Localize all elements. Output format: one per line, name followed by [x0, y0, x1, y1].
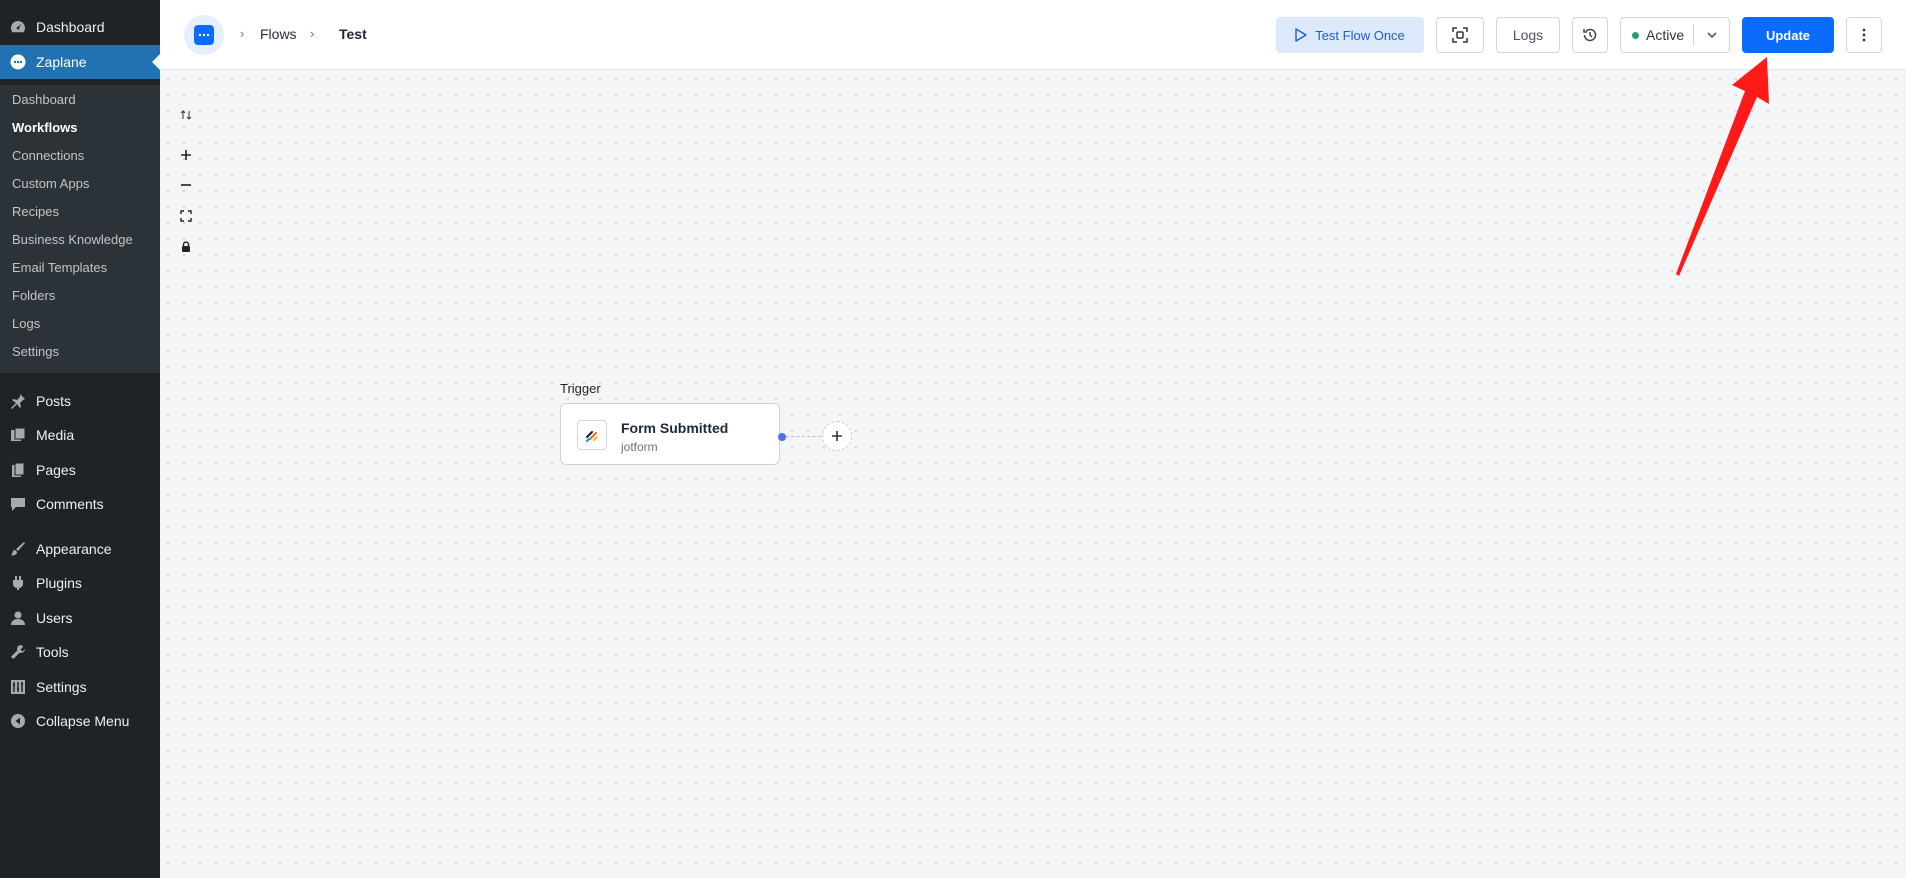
lock-icon[interactable] — [176, 237, 196, 257]
play-icon — [1295, 28, 1307, 42]
status-dropdown[interactable]: Active — [1620, 17, 1730, 53]
media-icon — [10, 427, 26, 443]
breadcrumb-current: Test — [339, 26, 367, 42]
flow-canvas[interactable]: Trigger Form Submitted jotform — [160, 71, 1906, 878]
sidebar-item-label: Posts — [36, 393, 72, 409]
trigger-node[interactable]: Form Submitted jotform — [560, 403, 780, 465]
chevron-right-icon: › — [240, 26, 245, 41]
sidebar-item-media[interactable]: Media — [0, 418, 160, 452]
logs-label: Logs — [1512, 27, 1544, 43]
sidebar-item-label: Zaplane — [36, 54, 87, 70]
sidebar-item-label: Comments — [36, 496, 104, 512]
user-icon — [10, 610, 26, 626]
submenu-connections[interactable]: Connections — [12, 145, 84, 165]
sidebar-item-zaplane[interactable]: Zaplane — [0, 45, 160, 79]
breadcrumb-flows[interactable]: Flows — [260, 26, 297, 42]
plugin-icon — [10, 575, 26, 591]
status-dot — [1632, 31, 1639, 39]
submenu-custom-apps[interactable]: Custom Apps — [12, 173, 89, 193]
sidebar-item-label: Tools — [36, 644, 69, 660]
plus-icon — [831, 430, 843, 442]
fit-view-icon[interactable] — [176, 206, 196, 226]
pin-icon — [10, 393, 26, 409]
add-step-button[interactable] — [822, 421, 852, 451]
comment-icon — [10, 496, 26, 512]
submenu-folders[interactable]: Folders — [12, 285, 55, 305]
submenu-business-knowledge[interactable]: Business Knowledge — [12, 229, 133, 249]
submenu-logs[interactable]: Logs — [12, 313, 40, 333]
node-app-name: jotform — [621, 440, 658, 454]
collapse-icon — [10, 713, 26, 729]
update-label: Update — [1765, 27, 1811, 43]
sidebar-item-tools[interactable]: Tools — [0, 635, 160, 669]
sidebar-item-dashboard[interactable]: Dashboard — [0, 10, 160, 44]
app-logo[interactable] — [184, 15, 224, 55]
sidebar-item-users[interactable]: Users — [0, 601, 160, 635]
node-title: Form Submitted — [621, 420, 729, 436]
history-button[interactable] — [1572, 17, 1608, 53]
zaplane-icon — [10, 54, 26, 70]
submenu-workflows[interactable]: Workflows — [12, 117, 78, 137]
collapse-menu-button[interactable]: Collapse Menu — [0, 704, 160, 738]
settings-icon — [10, 679, 26, 695]
sidebar-item-label: Users — [36, 610, 73, 626]
dashboard-icon — [10, 19, 26, 35]
focus-frame-icon — [1452, 27, 1468, 43]
logs-button[interactable]: Logs — [1496, 17, 1560, 53]
submenu-email-templates[interactable]: Email Templates — [12, 257, 107, 277]
brush-icon — [10, 541, 26, 557]
update-button[interactable]: Update — [1742, 17, 1834, 53]
pages-icon — [10, 462, 26, 478]
more-options-button[interactable] — [1846, 17, 1882, 53]
jotform-icon — [577, 420, 607, 450]
zaplane-logo-icon — [194, 25, 214, 45]
sidebar-item-label: Media — [36, 427, 75, 443]
status-label: Active — [1646, 27, 1685, 43]
sidebar-item-plugins[interactable]: Plugins — [0, 566, 160, 600]
chevron-down-icon[interactable] — [1705, 28, 1719, 42]
wrench-icon — [10, 644, 26, 660]
sidebar-item-comments[interactable]: Comments — [0, 487, 160, 521]
divider — [1693, 24, 1694, 46]
sidebar-item-label: Collapse Menu — [36, 713, 130, 729]
chevron-right-icon: › — [310, 26, 315, 41]
test-flow-label: Test Flow Once — [1315, 27, 1405, 43]
edge-connector — [786, 436, 826, 437]
zaplane-submenu: Dashboard Workflows Connections Custom A… — [0, 85, 160, 373]
node-output-handle[interactable] — [778, 433, 786, 441]
trigger-label: Trigger — [560, 381, 601, 396]
submenu-recipes[interactable]: Recipes — [12, 201, 59, 221]
sidebar-item-label: Pages — [36, 462, 76, 478]
sidebar-item-posts[interactable]: Posts — [0, 384, 160, 418]
flow-header: › Flows › Test Test Flow Once Logs Activ… — [160, 0, 1906, 70]
sidebar-item-label: Dashboard — [36, 19, 105, 35]
test-flow-button[interactable]: Test Flow Once — [1276, 17, 1424, 53]
zoom-in-icon[interactable] — [176, 145, 196, 165]
screenshot-button[interactable] — [1436, 17, 1484, 53]
sidebar-item-appearance[interactable]: Appearance — [0, 532, 160, 566]
history-icon — [1582, 27, 1598, 43]
sidebar-item-pages[interactable]: Pages — [0, 453, 160, 487]
sidebar-item-label: Appearance — [36, 541, 112, 557]
zoom-out-icon[interactable] — [176, 175, 196, 195]
kebab-menu-icon — [1862, 28, 1866, 42]
sidebar-item-label: Plugins — [36, 575, 82, 591]
sort-icon[interactable] — [176, 105, 196, 125]
submenu-dashboard[interactable]: Dashboard — [12, 89, 76, 109]
sidebar-item-label: Settings — [36, 679, 87, 695]
admin-sidebar: Dashboard Zaplane Dashboard Workflows Co… — [0, 0, 160, 878]
sidebar-item-settings[interactable]: Settings — [0, 670, 160, 704]
submenu-settings[interactable]: Settings — [12, 341, 59, 361]
